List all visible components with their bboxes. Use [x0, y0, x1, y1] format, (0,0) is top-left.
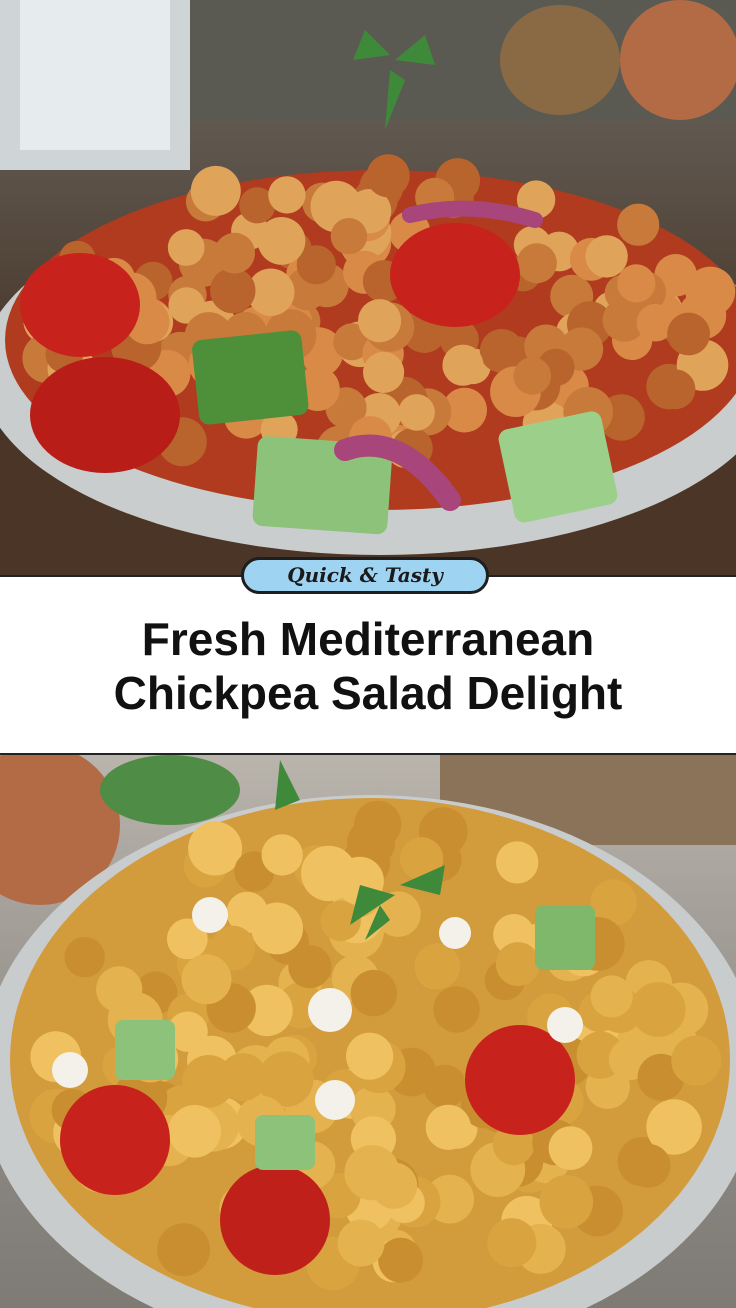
- chickpea: [513, 357, 552, 395]
- chickpea: [442, 344, 484, 386]
- chickpea: [344, 1145, 400, 1201]
- chickpea: [398, 394, 435, 431]
- chickpea: [423, 1064, 467, 1108]
- chickpea: [626, 1143, 671, 1188]
- recipe-title: Fresh Mediterranean Chickpea Salad Delig…: [0, 612, 736, 720]
- chickpea: [182, 1055, 235, 1108]
- chickpea: [330, 218, 368, 255]
- chickpea: [167, 229, 205, 266]
- chickpea: [354, 800, 402, 848]
- bottom-salad-illustration: [0, 755, 736, 1308]
- chickpea: [64, 937, 105, 978]
- chickpea: [261, 834, 303, 876]
- chickpea: [268, 176, 306, 214]
- chickpea: [516, 243, 557, 284]
- quick-tasty-badge: Quick & Tasty: [241, 557, 489, 594]
- chickpea: [358, 299, 402, 343]
- chickpea: [617, 264, 656, 303]
- chickpea: [496, 841, 539, 884]
- chickpea: [585, 235, 628, 278]
- chickpea: [214, 232, 256, 274]
- chickpea: [495, 942, 540, 987]
- chickpea: [414, 943, 461, 989]
- chickpea: [210, 267, 256, 314]
- chickpea: [363, 351, 405, 393]
- chickpea: [590, 975, 633, 1018]
- chickpea: [630, 982, 686, 1037]
- chickpea: [168, 1105, 221, 1158]
- chickpea: [433, 986, 480, 1033]
- chickpea: [487, 1218, 537, 1268]
- chickpea: [671, 1035, 722, 1086]
- recipe-title-line-2: Chickpea Salad Delight: [113, 667, 623, 719]
- chickpea: [190, 165, 241, 216]
- chickpea: [346, 1032, 394, 1080]
- top-salad-illustration: [0, 0, 736, 575]
- chickpea: [378, 1237, 423, 1283]
- top-salad-photo: [0, 0, 736, 575]
- chickpea: [257, 217, 306, 265]
- chickpea: [617, 203, 660, 246]
- chickpea: [350, 969, 397, 1017]
- chickpea: [655, 369, 696, 410]
- recipe-title-line-1: Fresh Mediterranean: [141, 613, 595, 665]
- chickpea: [337, 1219, 385, 1267]
- chickpea: [425, 1104, 471, 1150]
- chickpea: [667, 312, 710, 356]
- chickpea: [157, 1223, 211, 1277]
- chickpea: [188, 821, 243, 876]
- bottom-salad-photo: [0, 755, 736, 1308]
- chickpea: [366, 154, 410, 198]
- chickpea: [539, 1175, 594, 1229]
- chickpea: [288, 945, 332, 989]
- chickpea: [548, 1126, 593, 1170]
- chickpea: [251, 902, 303, 955]
- chickpea: [181, 954, 232, 1005]
